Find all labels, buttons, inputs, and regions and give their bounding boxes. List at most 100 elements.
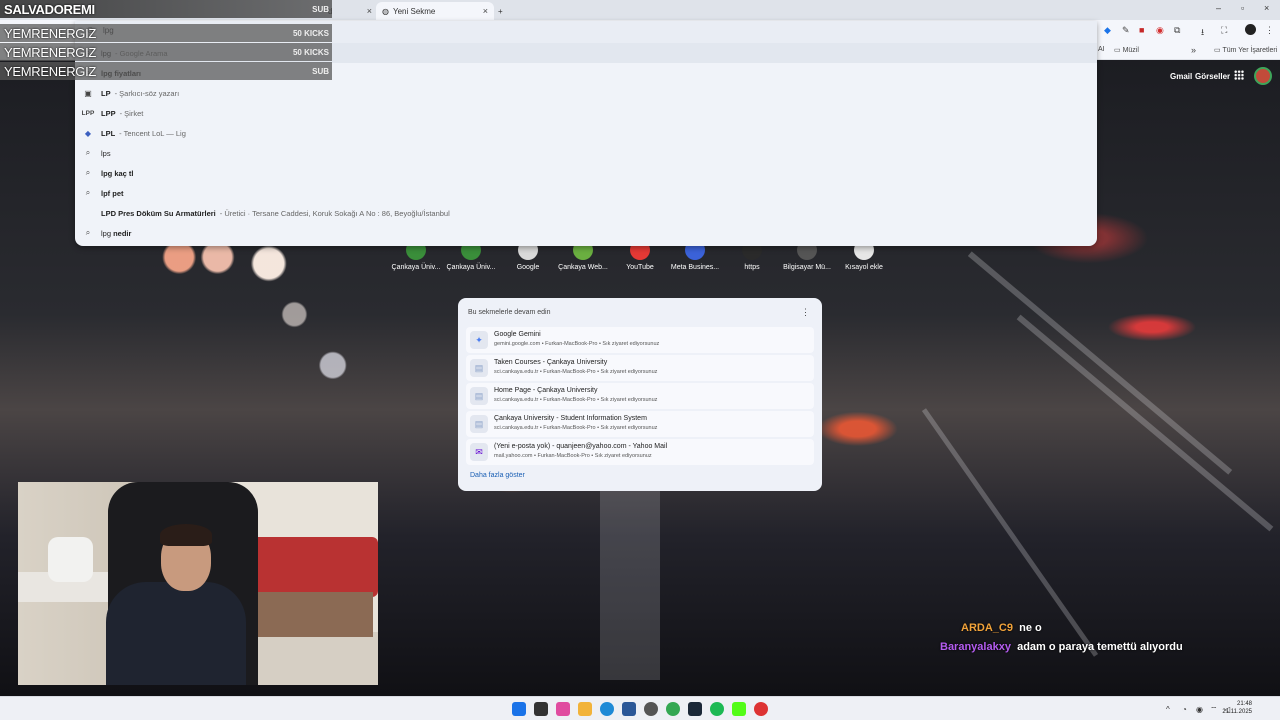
tray-app-icon-2[interactable]: ◉ <box>1196 705 1203 714</box>
tab-meta: sci.cankaya.edu.tr • Furkan-MacBook-Pro … <box>494 397 658 403</box>
shortcut-label: Çankaya Web... <box>558 264 608 271</box>
tray-app-icon[interactable]: ◔ <box>1182 705 1187 714</box>
show-more-link[interactable]: Daha fazla göster <box>470 472 525 479</box>
chat-username: ARDA_C9 <box>961 622 1013 634</box>
card-menu-icon[interactable]: ⋮ <box>801 307 810 318</box>
tray-chevron-icon[interactable]: ^ <box>1166 705 1170 714</box>
close-tab-icon[interactable]: × <box>483 6 488 16</box>
chrome-icon[interactable] <box>666 702 680 716</box>
more-bookmarks-icon[interactable]: » <box>1191 45 1196 55</box>
opera-extension-icon[interactable]: ◉ <box>1156 25 1164 36</box>
suggestion-match: lpg <box>101 168 113 178</box>
suggestion-match: LPL <box>101 128 116 138</box>
close-tab-icon[interactable]: × <box>367 6 372 16</box>
task-view-icon[interactable] <box>534 702 548 716</box>
obs-icon[interactable] <box>644 702 658 716</box>
bookmark-ai[interactable]: AI <box>1098 46 1105 53</box>
menu-kebab-icon[interactable]: ⋮ <box>1265 25 1274 36</box>
continue-tab-item[interactable]: ✉ (Yeni e-posta yok) - quanjeen@yahoo.com… <box>466 439 814 465</box>
download-icon[interactable]: ⭳ <box>1201 25 1204 41</box>
suggestion-match: lps <box>101 148 111 158</box>
lpp-logo-icon: LPP <box>81 109 95 117</box>
all-bookmarks-button[interactable]: ▭ Tüm Yer İşaretleri <box>1214 46 1277 54</box>
maximize-button[interactable]: ▫ <box>1241 3 1244 13</box>
tab-title: Home Page - Çankaya University <box>494 387 598 394</box>
bookmark-music[interactable]: ▭ Müzil <box>1114 46 1139 54</box>
account-avatar[interactable] <box>1245 24 1256 35</box>
alert-type: 50 KICKS <box>292 28 329 38</box>
shield-extension-icon[interactable]: ◆ <box>1104 25 1111 36</box>
suggestion-subtitle: - Şirket <box>119 108 144 118</box>
alert-type: 50 KICKS <box>292 47 329 57</box>
continue-tab-item[interactable]: ▤ Çankaya University - Student Informatio… <box>466 411 814 437</box>
chat-username: Baranyalakxy <box>940 641 1011 653</box>
continue-tab-item[interactable]: ▤ Home Page - Çankaya University sci.canka… <box>466 383 814 409</box>
omnibox-suggestion[interactable]: ⌕ lpg kaç tl <box>75 163 1097 183</box>
omnibox-suggestion[interactable]: LPD Pres Döküm Su Armatürleri - Üretici ·… <box>75 203 1097 223</box>
suggestion-match: lpg <box>101 228 112 238</box>
tab-meta: sci.cankaya.edu.tr • Furkan-MacBook-Pro … <box>494 369 658 375</box>
omnibox-suggestion[interactable]: ⌕ lps <box>75 143 1097 163</box>
webcam-overlay <box>18 482 378 685</box>
new-tab-button[interactable]: + <box>498 2 503 20</box>
card-title: Bu sekmelerle devam edin <box>468 309 551 316</box>
copilot-icon[interactable] <box>556 702 570 716</box>
suggestion-text: LPD Pres Döküm Su Armatürleri <box>101 209 216 218</box>
minimize-button[interactable]: – <box>1216 3 1221 13</box>
chat-text: adam o paraya temettü alıyordu <box>1017 641 1183 653</box>
tab-meta: mail.yahoo.com • Furkan-MacBook-Pro • Sı… <box>494 453 652 459</box>
suggestion-match: lpf <box>101 188 111 198</box>
app-red-icon[interactable] <box>754 702 768 716</box>
tab-previous[interactable]: d × <box>328 2 372 20</box>
clock-date: 21.11.2025 <box>1222 709 1252 715</box>
kick-icon[interactable] <box>732 702 746 716</box>
file-explorer-icon[interactable] <box>578 702 592 716</box>
spotify-icon[interactable] <box>710 702 724 716</box>
page-icon: ▤ <box>470 359 488 377</box>
omnibox-suggestion[interactable]: ◆ LPL - Tencent LoL — Lig <box>75 123 1097 143</box>
shortcut-label: Google <box>516 264 540 271</box>
wifi-icon[interactable]: ⌔ <box>1210 705 1218 715</box>
red-extension-icon[interactable]: ■ <box>1139 25 1144 35</box>
pen-extension-icon[interactable]: ✎ <box>1122 25 1130 36</box>
google-apps-icon[interactable] <box>1234 70 1244 80</box>
search-icon: ⌕ <box>85 228 91 237</box>
store-icon[interactable] <box>622 702 636 716</box>
continue-tab-item[interactable]: ▤ Taken Courses - Çankaya University sci.c… <box>466 355 814 381</box>
alert-type: SUB <box>312 66 329 76</box>
lpl-logo-icon: ◆ <box>84 128 92 138</box>
continue-tab-item[interactable]: ✦ Google Gemini gemini.google.com • Furkan… <box>466 327 814 353</box>
puzzle-extensions-icon[interactable]: ⧉ <box>1174 25 1180 36</box>
start-icon[interactable] <box>512 702 526 716</box>
tab-title: Google Gemini <box>494 331 541 338</box>
page-icon: ▤ <box>470 387 488 405</box>
search-icon: ⌕ <box>85 148 91 157</box>
suggestion-text: LPP <box>101 109 116 118</box>
suggestion-match: LP <box>101 88 111 98</box>
close-window-button[interactable]: × <box>1264 3 1269 13</box>
customize-icon[interactable]: ⛶ <box>1221 25 1227 36</box>
suggestion-completion: nedir <box>111 228 132 238</box>
omnibox-suggestion[interactable]: LPP LPP - Şirket <box>75 103 1097 123</box>
omnibox-suggestion[interactable]: ▣ LP - Şarkıcı-söz yazarı <box>75 83 1097 103</box>
clock[interactable]: 21:48 21.11.2025 <box>1222 700 1252 716</box>
page-icon: ▤ <box>470 415 488 433</box>
suggestion-text: LP <box>101 89 111 98</box>
edge-icon[interactable] <box>600 702 614 716</box>
shortcut-label: YouTube <box>626 264 654 271</box>
stream-alert: YEMRENERGIZ SUB <box>0 62 332 80</box>
stream-alert: YEMRENERGIZ 50 KICKS <box>0 24 332 42</box>
suggestion-match: LPP <box>101 108 116 118</box>
shortcut-label: Çankaya Üniv... <box>446 264 496 271</box>
omnibox-suggestion[interactable]: ⌕ lpg nedir <box>75 223 1097 243</box>
steam-icon[interactable] <box>688 702 702 716</box>
tab-new-tab[interactable]: ◍ Yeni Sekme × <box>376 2 494 20</box>
folder-icon: ▭ <box>1114 47 1121 54</box>
omnibox-suggestion[interactable]: ⌕ lpf pet <box>75 183 1097 203</box>
suggestion-text: lpg kaç tl <box>101 169 134 178</box>
chat-message: Baranyalakxy adam o paraya temettü alıyo… <box>940 641 1270 653</box>
gmail-link[interactable]: Gmail <box>1170 72 1192 81</box>
profile-avatar[interactable] <box>1254 67 1272 85</box>
images-link[interactable]: Görseller <box>1195 72 1230 81</box>
suggestion-text: lpf pet <box>101 189 124 198</box>
